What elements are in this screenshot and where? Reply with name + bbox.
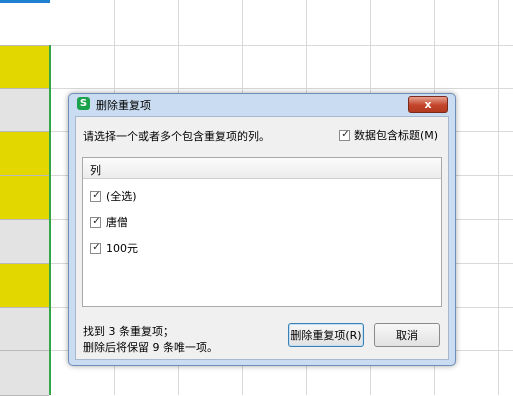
list-item-label: 唐僧 (106, 216, 128, 229)
row-cell[interactable] (0, 46, 49, 89)
dialog-title: 删除重复项 (96, 99, 151, 112)
data-has-header-checkbox[interactable]: ✓ 数据包含标题(M) (339, 127, 438, 143)
list-item-column[interactable]: ✓ 100元 (90, 240, 138, 256)
cancel-button[interactable]: 取消 (374, 323, 440, 347)
row-cell[interactable] (0, 220, 49, 264)
checkbox-box[interactable]: ✓ (90, 241, 101, 254)
list-item-label: (全选) (106, 190, 137, 203)
selection-border (49, 45, 51, 395)
check-icon: ✓ (92, 215, 101, 227)
columns-list[interactable]: 列 ✓ (全选) ✓ 唐僧 ✓ 100元 (82, 157, 442, 307)
checkbox-box[interactable]: ✓ (90, 189, 101, 202)
duplicates-found-text: 找到 3 条重复项； (83, 325, 174, 338)
check-icon: ✓ (341, 128, 350, 140)
close-icon: x (424, 98, 432, 111)
list-item-column[interactable]: ✓ 唐僧 (90, 214, 128, 230)
columns-list-header: 列 (83, 158, 441, 179)
column-header-label: 列 (90, 164, 101, 177)
list-item-select-all[interactable]: ✓ (全选) (90, 188, 137, 204)
checkbox-box[interactable]: ✓ (339, 128, 350, 141)
row-cell[interactable] (0, 264, 49, 308)
grid-line (51, 45, 513, 46)
row-cell[interactable] (0, 3, 49, 46)
remove-duplicates-dialog: S 删除重复项 x 请选择一个或者多个包含重复项的列。 ✓ 数据包含标题(M) … (68, 93, 456, 366)
row-cell[interactable] (0, 351, 49, 396)
checkbox-box[interactable]: ✓ (90, 215, 101, 228)
row-cell[interactable] (0, 176, 49, 220)
remove-duplicates-button[interactable]: 删除重复项(R) (288, 323, 364, 347)
check-icon: ✓ (92, 241, 101, 253)
grid-line (498, 0, 499, 395)
list-item-label: 100元 (106, 242, 138, 255)
row-cell[interactable] (0, 132, 49, 176)
close-button[interactable]: x (408, 96, 448, 113)
row-cell[interactable] (0, 89, 49, 132)
wps-app-icon: S (77, 97, 90, 110)
grid-line (51, 88, 513, 89)
instruction-text: 请选择一个或者多个包含重复项的列。 (83, 130, 270, 143)
dialog-body: 请选择一个或者多个包含重复项的列。 ✓ 数据包含标题(M) 列 ✓ (全选) ✓… (75, 116, 449, 360)
checkbox-label: 数据包含标题(M) (354, 129, 439, 142)
unique-remaining-text: 删除后将保留 9 条唯一项。 (83, 341, 218, 354)
row-cell[interactable] (0, 308, 49, 351)
check-icon: ✓ (92, 189, 101, 201)
dialog-titlebar[interactable]: S 删除重复项 x (69, 94, 455, 115)
